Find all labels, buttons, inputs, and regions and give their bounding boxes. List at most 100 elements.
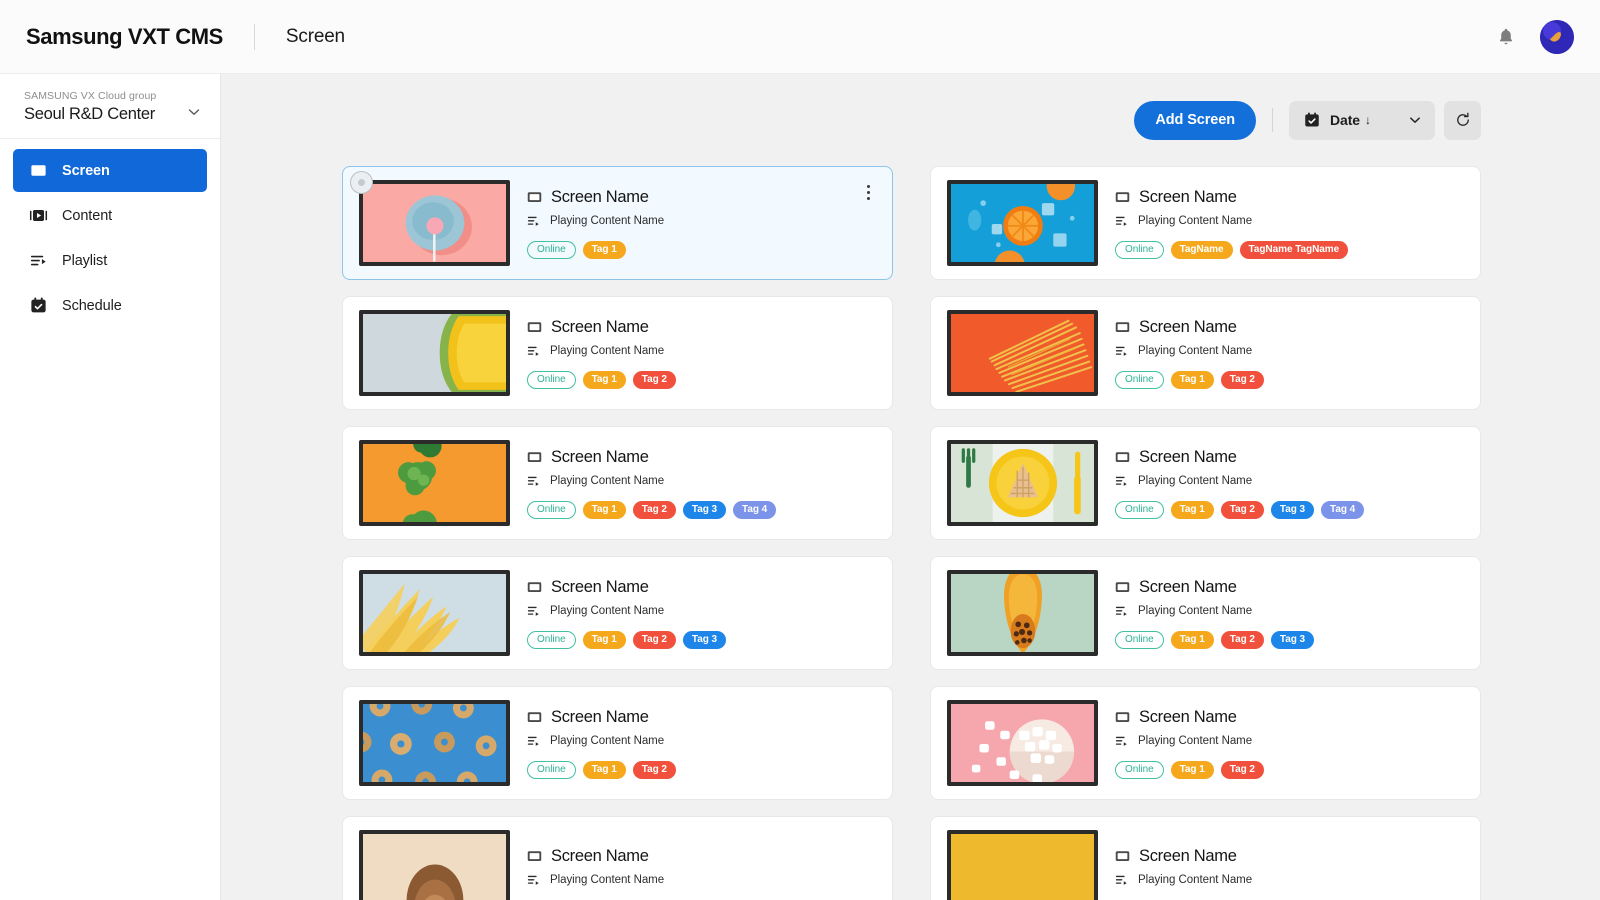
playlist-icon — [527, 873, 541, 887]
tag-badge[interactable]: Tag 1 — [1170, 760, 1214, 779]
card-body: Screen Name Playing Content Name — [510, 847, 876, 900]
tag-badge[interactable]: Tag 3 — [682, 500, 727, 519]
sidebar-item-label: Playlist — [62, 252, 108, 269]
sidebar-item-schedule[interactable]: Schedule — [13, 284, 207, 327]
tag-badge[interactable]: Tag 2 — [1220, 630, 1264, 649]
date-filter-label: Date — [1330, 112, 1360, 128]
screen-list-scroll[interactable]: Screen Name Playing Content Name Online T… — [221, 166, 1600, 900]
playlist-icon — [29, 251, 48, 270]
tag-badge[interactable]: Tag 2 — [1220, 760, 1264, 779]
avatar[interactable] — [1540, 19, 1574, 54]
tag-badge[interactable]: Tag 1 — [582, 760, 626, 779]
add-screen-button[interactable]: Add Screen — [1134, 100, 1256, 140]
screen-card[interactable]: Screen Name Playing Content Name Online T… — [342, 166, 893, 280]
screen-card[interactable]: Screen Name Playing Content Name Online T… — [930, 686, 1481, 800]
monitor-icon — [1115, 450, 1130, 465]
tag-badge[interactable]: Tag 1 — [582, 500, 626, 519]
sidebar-item-screen[interactable]: Screen — [13, 149, 207, 192]
tag-badge[interactable]: Tag 1 — [582, 370, 626, 389]
screen-thumbnail[interactable] — [359, 440, 510, 526]
sort-descending-icon: ↓ — [1364, 113, 1371, 127]
sidebar-item-content[interactable]: Content — [13, 194, 207, 237]
content-name-row: Playing Content Name — [1115, 474, 1464, 488]
tag-list: Online Tag 1 Tag 2 Tag 3 — [527, 630, 876, 649]
tag-badge[interactable]: Tag 2 — [632, 760, 676, 779]
header-divider — [253, 23, 255, 50]
screen-thumbnail[interactable] — [947, 700, 1098, 786]
tag-badge[interactable]: Tag 2 — [1220, 370, 1264, 389]
thumbnail-wrap — [359, 310, 510, 396]
bell-icon[interactable] — [1495, 26, 1517, 48]
org-group-selector[interactable]: SAMSUNG VX Cloud group Seoul R&D Center — [0, 74, 220, 139]
tag-badge[interactable]: Tag 1 — [1170, 370, 1214, 389]
tag-badge[interactable]: Tag 1 — [582, 630, 626, 649]
playlist-icon — [527, 344, 541, 358]
tag-badge[interactable]: Tag 1 — [1170, 500, 1214, 519]
screen-card[interactable]: Screen Name Playing Content Name — [342, 816, 893, 900]
screen-thumbnail[interactable] — [947, 310, 1098, 396]
screen-card[interactable]: Screen Name Playing Content Name Online T… — [930, 556, 1481, 670]
screen-thumbnail[interactable] — [359, 830, 510, 900]
thumbnail-image — [951, 184, 1094, 262]
select-checkbox[interactable] — [350, 171, 373, 194]
screen-thumbnail[interactable] — [359, 570, 510, 656]
thumbnail-image — [951, 574, 1094, 652]
tag-badge[interactable]: Tag 2 — [632, 630, 676, 649]
sidebar-item-playlist[interactable]: Playlist — [13, 239, 207, 282]
tag-badge[interactable]: Tag 3 — [1270, 630, 1315, 649]
screen-card[interactable]: Screen Name Playing Content Name Online T… — [342, 686, 893, 800]
status-badge: Online — [1115, 760, 1164, 779]
tag-badge[interactable]: Tag 2 — [632, 500, 676, 519]
chevron-down-icon[interactable] — [186, 104, 202, 124]
status-badge: Online — [527, 240, 576, 259]
tag-badge[interactable]: Tag 4 — [1321, 500, 1365, 519]
date-filter-dropdown[interactable]: Date ↓ — [1289, 100, 1435, 140]
screen-thumbnail[interactable] — [359, 310, 510, 396]
tag-badge[interactable]: Tag 2 — [1220, 500, 1264, 519]
screen-thumbnail[interactable] — [947, 570, 1098, 656]
screen-card[interactable]: Screen Name Playing Content Name Online T… — [342, 556, 893, 670]
thumbnail-image — [363, 704, 506, 782]
screen-card[interactable]: Screen Name Playing Content Name Online T… — [930, 296, 1481, 410]
screen-card[interactable]: Screen Name Playing Content Name Online T… — [930, 166, 1481, 280]
screen-card[interactable]: Screen Name Playing Content Name — [930, 816, 1481, 900]
content-name-row: Playing Content Name — [527, 474, 876, 488]
screen-name: Screen Name — [1139, 317, 1237, 336]
tag-badge[interactable]: Tag 4 — [733, 500, 777, 519]
screen-thumbnail[interactable] — [947, 830, 1098, 900]
chevron-down-icon[interactable] — [1407, 112, 1423, 128]
monitor-icon — [527, 849, 542, 864]
tag-badge[interactable]: Tag 1 — [1170, 630, 1214, 649]
screen-thumbnail[interactable] — [359, 180, 510, 266]
more-vertical-icon[interactable] — [859, 181, 877, 203]
screen-card-grid: Screen Name Playing Content Name Online T… — [342, 166, 1481, 900]
brand-logo[interactable]: Samsung VXT CMS — [26, 24, 223, 50]
refresh-button[interactable] — [1444, 100, 1481, 140]
page-title: Screen — [285, 25, 345, 47]
tag-badge[interactable]: TagName — [1170, 240, 1233, 259]
screen-name: Screen Name — [1139, 447, 1237, 466]
screen-thumbnail[interactable] — [947, 180, 1098, 266]
screen-name: Screen Name — [551, 577, 649, 596]
card-body: Screen Name Playing Content Name Online T… — [510, 188, 876, 259]
screen-name-row: Screen Name — [1115, 708, 1464, 727]
card-body: Screen Name Playing Content Name Online T… — [1098, 318, 1464, 389]
playing-content-name: Playing Content Name — [550, 474, 665, 487]
card-body: Screen Name Playing Content Name Online T… — [1098, 448, 1464, 519]
thumbnail-wrap — [359, 440, 510, 526]
screen-card[interactable]: Screen Name Playing Content Name Online T… — [342, 426, 893, 540]
tag-badge[interactable]: Tag 2 — [632, 370, 676, 389]
tag-badge[interactable]: Tag 1 — [582, 240, 626, 259]
screen-card[interactable]: Screen Name Playing Content Name Online T… — [342, 296, 893, 410]
card-body: Screen Name Playing Content Name Online T… — [1098, 708, 1464, 779]
thumbnail-wrap — [947, 830, 1098, 900]
tag-badge[interactable]: TagName TagName — [1239, 240, 1349, 259]
screen-thumbnail[interactable] — [359, 700, 510, 786]
screen-name: Screen Name — [1139, 707, 1237, 726]
thumbnail-image — [951, 704, 1094, 782]
screen-card[interactable]: Screen Name Playing Content Name Online T… — [930, 426, 1481, 540]
tag-badge[interactable]: Tag 3 — [1270, 500, 1315, 519]
playing-content-name: Playing Content Name — [1138, 734, 1253, 747]
tag-badge[interactable]: Tag 3 — [682, 630, 727, 649]
screen-thumbnail[interactable] — [947, 440, 1098, 526]
